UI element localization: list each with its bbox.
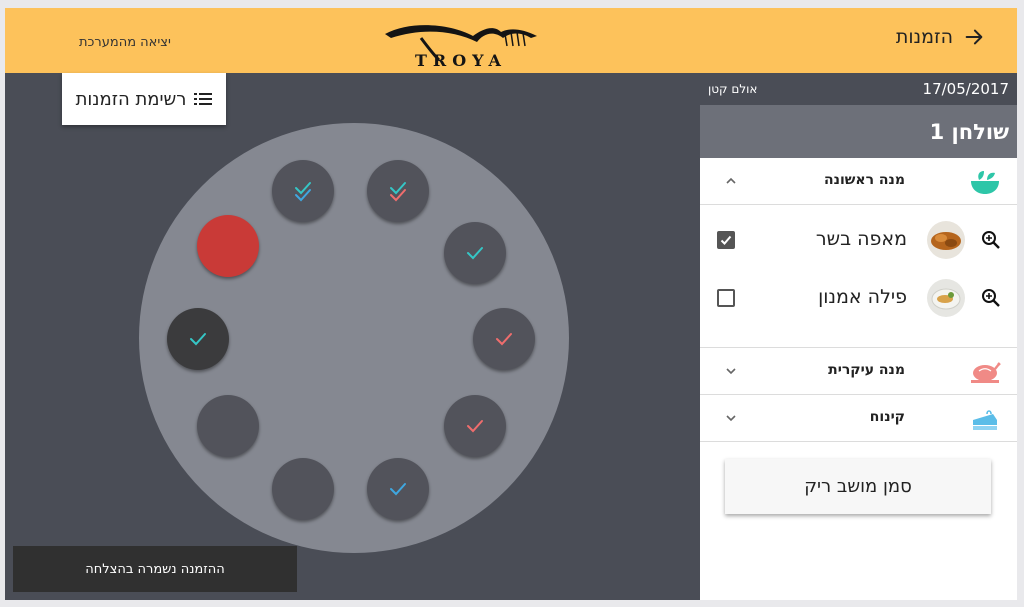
check-icon	[720, 235, 732, 245]
order-panel: 17/05/2017 אולם קטן שולחן 1 מנה ראשונה מ…	[700, 73, 1017, 600]
table-title-text: שולחן 1	[929, 119, 1009, 144]
table-title: שולחן 1	[700, 105, 1017, 158]
chevron-down-icon[interactable]	[724, 364, 738, 378]
snackbar: ההזמנה נשמרה בהצלחה	[13, 546, 297, 592]
mark-empty-seat-button[interactable]: סמן מושב ריק	[725, 459, 991, 514]
order-date: 17/05/2017	[922, 80, 1009, 98]
dish-name: מאפה בשר	[815, 228, 907, 250]
seat-1[interactable]	[272, 160, 334, 222]
section-main-course[interactable]: מנה עיקרית	[700, 348, 1017, 395]
logout-link[interactable]: יציאה מהמערכת	[79, 35, 171, 50]
check-icon	[467, 420, 483, 433]
seat-4[interactable]	[473, 308, 535, 370]
page-title: הזמנות	[895, 26, 953, 48]
section-label: מנה ראשונה	[824, 172, 905, 188]
logo-text: TROYA	[415, 51, 507, 68]
seat-10[interactable]	[197, 215, 259, 277]
dish-row[interactable]: מאפה בשר	[700, 211, 1017, 267]
orders-list-label: רשימת הזמנות	[75, 88, 187, 110]
panel-info-bar: 17/05/2017 אולם קטן	[700, 73, 1017, 105]
top-bar: יציאה מהמערכת TROYA הזמנות	[5, 8, 1017, 73]
check-icon	[190, 333, 206, 346]
double-check-icon	[295, 182, 311, 202]
chevron-up-icon[interactable]	[724, 174, 738, 188]
hall-name: אולם קטן	[708, 82, 758, 96]
seat-3[interactable]	[444, 222, 506, 284]
seat-5[interactable]	[444, 395, 506, 457]
dish-name: פילה אמנון	[818, 286, 907, 308]
app-frame: יציאה מהמערכת TROYA הזמנות רשימת הזמנות	[5, 8, 1017, 600]
back-nav[interactable]: הזמנות	[896, 26, 985, 48]
check-icon	[390, 483, 406, 496]
mark-empty-seat-label: סמן מושב ריק	[804, 476, 912, 497]
section-dessert[interactable]: קינוח	[700, 395, 1017, 442]
seat-8[interactable]	[197, 395, 259, 457]
orders-list-button[interactable]: רשימת הזמנות	[62, 73, 226, 125]
cake-icon	[973, 410, 997, 430]
check-icon	[467, 247, 483, 260]
check-icon	[496, 333, 512, 346]
chevron-down-icon[interactable]	[724, 411, 738, 425]
double-check-icon	[390, 182, 406, 202]
snackbar-message: ההזמנה נשמרה בהצלחה	[85, 561, 225, 577]
roast-chicken-icon	[971, 362, 1001, 383]
troya-logo: TROYA	[381, 14, 541, 70]
salad-bowl-icon	[971, 171, 999, 194]
seat-9[interactable]	[167, 308, 229, 370]
section-first-course[interactable]: מנה ראשונה	[700, 158, 1017, 205]
seat-7[interactable]	[272, 458, 334, 520]
seat-6[interactable]	[367, 458, 429, 520]
dish-row[interactable]: פילה אמנון	[700, 269, 1017, 325]
zoom-in-icon[interactable]	[981, 230, 1001, 250]
meat-pastry-photo	[927, 221, 965, 259]
zoom-in-icon[interactable]	[981, 288, 1001, 308]
fish-fillet-photo	[927, 279, 965, 317]
section-label: מנה עיקרית	[828, 362, 905, 378]
arrow-right-icon[interactable]	[963, 26, 985, 48]
list-icon	[194, 93, 213, 105]
section-label: קינוח	[869, 409, 905, 425]
dish-checkbox[interactable]	[717, 231, 735, 249]
seat-2[interactable]	[367, 160, 429, 222]
dish-checkbox[interactable]	[717, 289, 735, 307]
